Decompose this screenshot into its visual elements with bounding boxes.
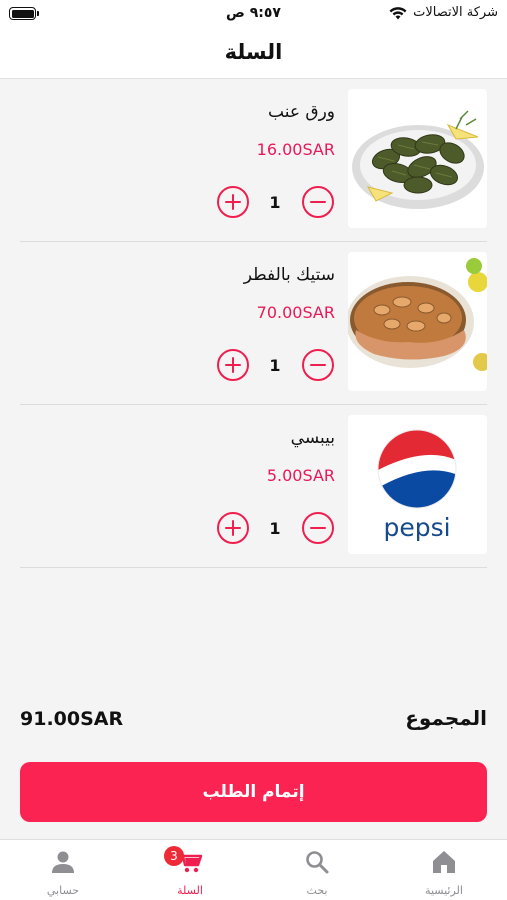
item-name: ورق عنب: [268, 102, 335, 122]
grape-leaves-image: [348, 89, 487, 228]
tab-bar: حسابي 3 السلة بحث الرئيسية: [0, 839, 507, 900]
checkout-button[interactable]: إتمام الطلب: [20, 762, 487, 822]
cart-item: ورق عنب 16.00SAR 1: [20, 79, 487, 242]
increase-quantity-button[interactable]: [217, 186, 249, 218]
item-price: 70.00SAR: [256, 303, 335, 322]
tab-home[interactable]: الرئيسية: [381, 840, 507, 900]
svg-text:pepsi: pepsi: [383, 513, 450, 542]
pepsi-logo: pepsi: [348, 415, 487, 554]
item-name: ستيك بالفطر: [243, 265, 335, 285]
tab-label: حسابي: [46, 884, 80, 897]
home-icon: [433, 851, 455, 873]
item-name: بيبسي: [290, 428, 335, 448]
decrease-quantity-button[interactable]: [302, 512, 334, 544]
status-carrier: شركة الاتصالات: [413, 5, 498, 20]
total-label: المجموع: [405, 706, 487, 730]
decrease-quantity-button[interactable]: [302, 186, 334, 218]
increase-quantity-button[interactable]: [217, 349, 249, 381]
increase-quantity-button[interactable]: [217, 512, 249, 544]
cart-item: ستيك بالفطر 70.00SAR 1: [20, 242, 487, 405]
item-price: 16.00SAR: [256, 140, 335, 159]
status-bar: ٩:٥٧ ص شركة الاتصالات: [0, 0, 507, 28]
battery-icon: [9, 7, 39, 20]
tab-label: بحث: [306, 884, 328, 897]
cart-badge: 3: [164, 846, 184, 866]
search-icon: [306, 851, 329, 874]
status-time: ٩:٥٧ ص: [226, 5, 281, 21]
item-price: 5.00SAR: [266, 466, 335, 485]
tab-cart[interactable]: 3 السلة: [127, 840, 253, 900]
tab-search[interactable]: بحث: [254, 840, 380, 900]
tab-label: الرئيسية: [425, 884, 463, 897]
item-quantity: 1: [269, 356, 281, 375]
user-icon: [52, 851, 74, 873]
item-quantity: 1: [269, 193, 281, 212]
cart-item: pepsi بيبسي 5.00SAR 1: [20, 405, 487, 568]
wifi-icon: [389, 7, 407, 20]
tab-account[interactable]: حسابي: [0, 840, 126, 900]
decrease-quantity-button[interactable]: [302, 349, 334, 381]
total-value: 91.00SAR: [20, 708, 124, 730]
mushroom-steak-image: [348, 252, 487, 391]
page-title: السلة: [224, 40, 283, 64]
navigation-bar: السلة: [0, 28, 507, 79]
tab-label: السلة: [177, 884, 203, 897]
item-quantity: 1: [269, 519, 281, 538]
